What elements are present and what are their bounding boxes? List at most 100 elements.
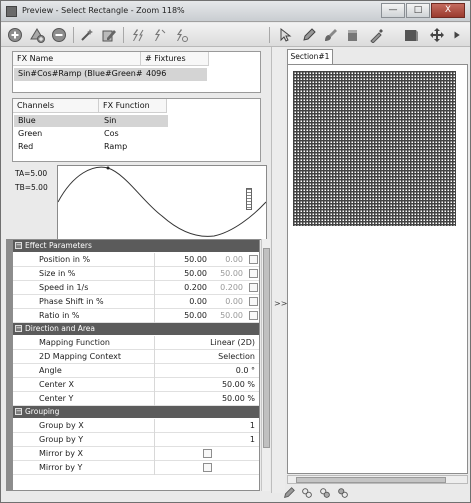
group-icon[interactable] <box>335 485 351 501</box>
property-value[interactable]: 1 <box>155 419 255 432</box>
property-row[interactable]: Center X 50.00 % <box>13 378 259 392</box>
edit-icon[interactable] <box>99 26 119 44</box>
property-checkbox[interactable] <box>249 255 258 264</box>
property-row[interactable]: Speed in 1/s 0.200 0.200 <box>13 281 259 295</box>
move-icon[interactable] <box>427 26 447 44</box>
channel-cell: Blue <box>18 116 36 125</box>
property-name: Speed in 1/s <box>39 283 89 292</box>
table-row[interactable]: Blue Sin <box>14 115 168 127</box>
property-row[interactable]: Phase Shift in % 0.00 0.00 <box>13 295 259 309</box>
property-value[interactable]: 50.00 % <box>155 392 255 405</box>
property-checkbox[interactable] <box>249 269 258 278</box>
property-row[interactable]: Position in % 50.00 0.00 <box>13 253 259 267</box>
property-checkbox[interactable] <box>249 283 258 292</box>
eyedropper-icon[interactable] <box>367 26 387 44</box>
fixtures-header[interactable]: # Fixtures <box>141 52 209 66</box>
bucket-icon[interactable] <box>343 26 363 44</box>
waveform-preview <box>57 165 267 240</box>
property-checkbox[interactable] <box>249 297 258 306</box>
property-value[interactable]: 0.00 <box>155 295 207 308</box>
scrollbar-thumb[interactable] <box>263 248 270 448</box>
property-value[interactable]: 0.200 <box>155 281 207 294</box>
property-row[interactable]: Mirror by Y <box>13 461 259 475</box>
property-checkbox[interactable] <box>249 311 258 320</box>
property-value[interactable]: Selection <box>155 350 255 363</box>
app-icon <box>6 6 17 17</box>
collapse-icon[interactable]: − <box>15 242 22 249</box>
property-value[interactable]: 50.00 <box>155 253 207 266</box>
property-row[interactable]: Group by X 1 <box>13 419 259 433</box>
pencil-icon[interactable] <box>299 26 319 44</box>
property-row[interactable]: Ratio in % 50.00 50.00 <box>13 309 259 323</box>
property-value[interactable]: 50.00 % <box>155 378 255 391</box>
channel-cell: Green <box>18 129 43 138</box>
section-direction-and-area[interactable]: − Direction and Area <box>13 323 259 335</box>
close-button[interactable]: X <box>431 3 465 18</box>
channels-table: Channels FX Function Blue Sin Green Cos … <box>12 98 261 162</box>
tab-section-1[interactable]: Section#1 <box>287 49 333 64</box>
property-value[interactable]: 50.00 <box>155 309 207 322</box>
table-row[interactable]: Green Cos <box>14 128 168 140</box>
preview-canvas[interactable] <box>287 64 468 474</box>
function-cell: Sin <box>104 116 117 125</box>
property-grid-scrollbar[interactable] <box>261 239 270 491</box>
toolbar-separator <box>269 27 270 43</box>
fx-name-header[interactable]: FX Name <box>13 52 141 66</box>
wand-icon[interactable] <box>77 26 97 44</box>
remove-icon[interactable] <box>49 26 69 44</box>
property-name: Mirror by Y <box>39 463 83 472</box>
maximize-button[interactable]: □ <box>406 3 430 18</box>
property-name: Center X <box>39 380 74 389</box>
property-value[interactable]: 1 <box>155 433 255 446</box>
property-row[interactable]: 2D Mapping Context Selection <box>13 350 259 364</box>
property-value[interactable]: 0.0 ° <box>155 364 255 377</box>
more-icon[interactable] <box>451 26 465 44</box>
property-name: Phase Shift in % <box>39 297 104 306</box>
add-icon[interactable] <box>5 26 25 44</box>
group-icon[interactable] <box>317 485 333 501</box>
scrollbar-thumb[interactable] <box>296 477 446 483</box>
property-row[interactable]: Size in % 50.00 50.00 <box>13 267 259 281</box>
collapse-icon[interactable]: − <box>15 325 22 332</box>
property-row[interactable]: Center Y 50.00 % <box>13 392 259 406</box>
section-effect-parameters[interactable]: − Effect Parameters <box>13 240 259 252</box>
property-row[interactable]: Angle 0.0 ° <box>13 364 259 378</box>
minimize-button[interactable]: — <box>381 3 405 18</box>
lightning-icon[interactable] <box>127 26 147 44</box>
table-row[interactable]: Sin#Cos#Ramp (Blue#Green#... 4096 <box>14 68 207 81</box>
title-bar[interactable]: Preview - Select Rectangle - Zoom 118% —… <box>1 1 470 22</box>
section-grouping[interactable]: − Grouping <box>13 406 259 418</box>
preview-hscrollbar[interactable] <box>287 475 468 484</box>
pencil-icon[interactable] <box>281 485 297 501</box>
function-cell: Cos <box>104 129 119 138</box>
property-value[interactable]: 50.00 <box>155 267 207 280</box>
expand-arrow[interactable]: >> <box>274 299 287 308</box>
lightning-icon[interactable] <box>171 26 191 44</box>
mirror-y-checkbox[interactable] <box>203 463 212 472</box>
property-row[interactable]: Group by Y 1 <box>13 433 259 447</box>
mirror-x-checkbox[interactable] <box>203 449 212 458</box>
brush-icon[interactable] <box>321 26 341 44</box>
group-icon[interactable] <box>299 485 315 501</box>
sine-wave <box>57 166 267 237</box>
channels-header[interactable]: Channels <box>13 99 99 113</box>
waveform-resize-handle[interactable] <box>246 188 252 210</box>
fx-name-cell: Sin#Cos#Ramp (Blue#Green#... <box>18 69 142 78</box>
shape-icon[interactable] <box>401 26 421 44</box>
fx-function-header[interactable]: FX Function <box>99 99 167 113</box>
table-row[interactable]: Red Ramp <box>14 141 168 153</box>
property-name: Size in % <box>39 269 76 278</box>
panel-splitter[interactable]: >> <box>271 47 287 493</box>
lightning-icon[interactable] <box>149 26 169 44</box>
fixture-grid[interactable] <box>293 71 456 226</box>
section-title: Grouping <box>25 407 60 416</box>
collapse-icon[interactable]: − <box>15 408 22 415</box>
property-row[interactable]: Mirror by X <box>13 447 259 461</box>
property-value[interactable]: Linear (2D) <box>155 336 255 349</box>
property-row[interactable]: Mapping Function Linear (2D) <box>13 336 259 350</box>
section-title: Effect Parameters <box>25 241 92 250</box>
preview-bottom-toolbar <box>281 485 371 501</box>
toolbar <box>1 23 470 47</box>
pointer-icon[interactable] <box>275 26 295 44</box>
add-effect-icon[interactable] <box>27 26 47 44</box>
